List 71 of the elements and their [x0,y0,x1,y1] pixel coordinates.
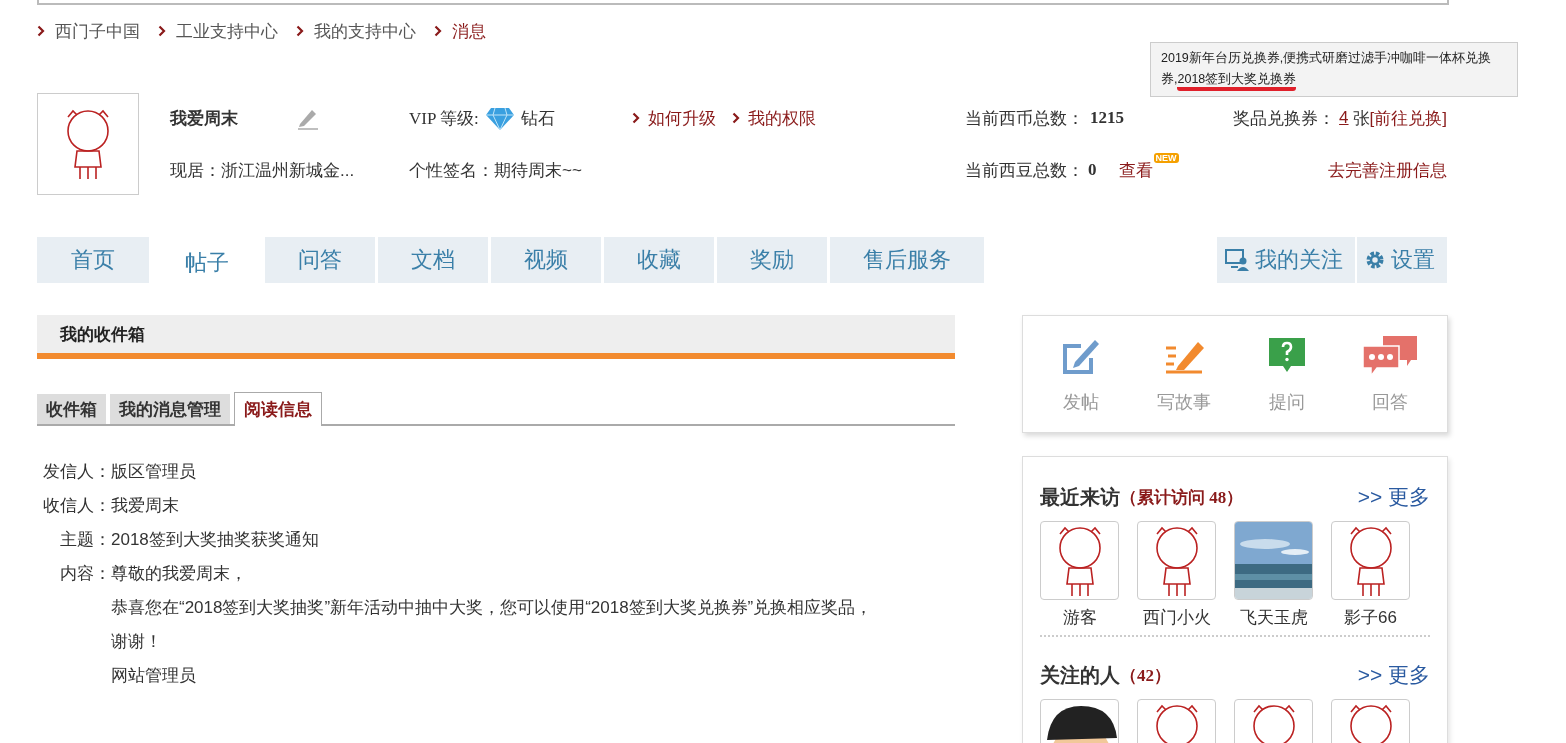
visitor-name[interactable]: 游客 [1062,606,1097,629]
coin-count: 1215 [1090,108,1124,128]
nav-link[interactable]: 我的关注 [1217,237,1355,283]
bean-count: 0 [1088,160,1097,180]
more-link[interactable]: >> 更多 [1357,483,1430,511]
user-name: 我爱周末 [170,107,238,130]
visitor-name[interactable]: 飞天玉虎 [1239,606,1308,629]
chevron-icon [296,25,304,37]
sub-tab[interactable]: 我的消息管理 [110,394,230,424]
tooltip: 2019新年台历兑换券,便携式研磨过滤手冲咖啡一体杯兑换券,2018签到大奖兑换券 [1150,42,1518,97]
field-label: 当前西币总数： [965,107,1084,130]
field-label: 收信人： [42,495,111,517]
location-value: 浙江温州新城金... [221,159,355,182]
field-value: 2018签到大奖抽奖获奖通知 [111,529,320,551]
panel-count: （42） [1120,664,1171,687]
field-value: 版区管理员 [111,461,197,483]
panel-count: （累计访问 48） [1120,486,1244,509]
field-label: 奖品兑换券： [1233,107,1336,130]
nav-tab[interactable]: 收藏 [604,237,714,283]
field-label: 主题： [59,529,111,551]
field-value: 我爱周末 [111,495,180,517]
redeem-link[interactable]: [前往兑换] [1369,106,1447,130]
chevron-icon [434,25,442,37]
unit-label: 张 [1352,107,1370,130]
sub-tab[interactable]: 阅读信息 [234,392,322,426]
visitor-name[interactable]: 影子66 [1344,606,1397,629]
more-link[interactable]: >> 更多 [1357,661,1430,689]
nav-tab[interactable]: 视频 [491,237,601,283]
nav-tab[interactable]: 问答 [265,237,375,283]
nav-tab[interactable]: 奖励 [717,237,827,283]
avatar-thumbnail[interactable] [1331,521,1410,600]
panel-title: 最近来访 [1040,484,1120,510]
nav-tab[interactable]: 文档 [378,237,488,283]
voucher-count-link[interactable]: 4 [1339,108,1349,128]
breadcrumb-link[interactable]: 西门子中国 [55,19,140,43]
message-text: 网站管理员 [111,665,197,687]
monitor-person-icon [1225,249,1249,271]
message-text: 谢谢！ [111,631,163,653]
nav-link[interactable]: 设置 [1357,237,1447,283]
message-text: 恭喜您在“2018签到大奖抽奖”新年活动中抽中大奖，您可以使用“2018签到大奖兑换券”兑换相应奖品， [111,597,874,619]
profile-link[interactable]: 我的权限 [748,106,816,130]
field-label: 现居： [170,159,221,182]
new-badge: NEW [1153,152,1179,163]
section-title-bar: 我的收件箱 [37,315,955,359]
diamond-icon [484,105,515,131]
chevron-icon [158,25,166,37]
breadcrumb-link[interactable]: 工业支持中心 [176,19,278,43]
breadcrumb-link[interactable]: 消息 [452,19,486,43]
avatar-thumbnail[interactable] [1137,521,1216,600]
chevron-icon [632,112,640,124]
breadcrumb-link[interactable]: 我的支持中心 [314,19,416,43]
field-label: 发信人： [42,461,111,483]
complete-profile-link[interactable]: 去完善注册信息 [1328,158,1447,182]
nav-tab[interactable]: 售后服务 [830,237,984,283]
nav-tab[interactable]: 首页 [37,237,149,283]
vip-level: 钻石 [520,107,555,130]
profile-link[interactable]: 如何升级 [648,106,716,130]
settings-icon [1365,250,1385,270]
field-label: 个性签名： [409,159,494,182]
avatar-thumbnail[interactable] [1040,521,1119,600]
sub-tab[interactable]: 收件箱 [37,394,106,424]
chevron-icon [732,112,740,124]
message-text: 尊敬的我爱周末， [111,563,248,585]
field-label: 当前西豆总数： [965,159,1084,182]
panel-title: 关注的人 [1040,662,1120,688]
signature-value: 期待周末~~ [494,159,582,182]
field-label: 内容： [59,563,111,585]
view-link[interactable]: 查看 [1118,158,1153,182]
visitor-name[interactable]: 西门小火 [1142,606,1211,629]
chevron-icon [37,25,45,37]
field-label: VIP 等级: [409,107,479,130]
